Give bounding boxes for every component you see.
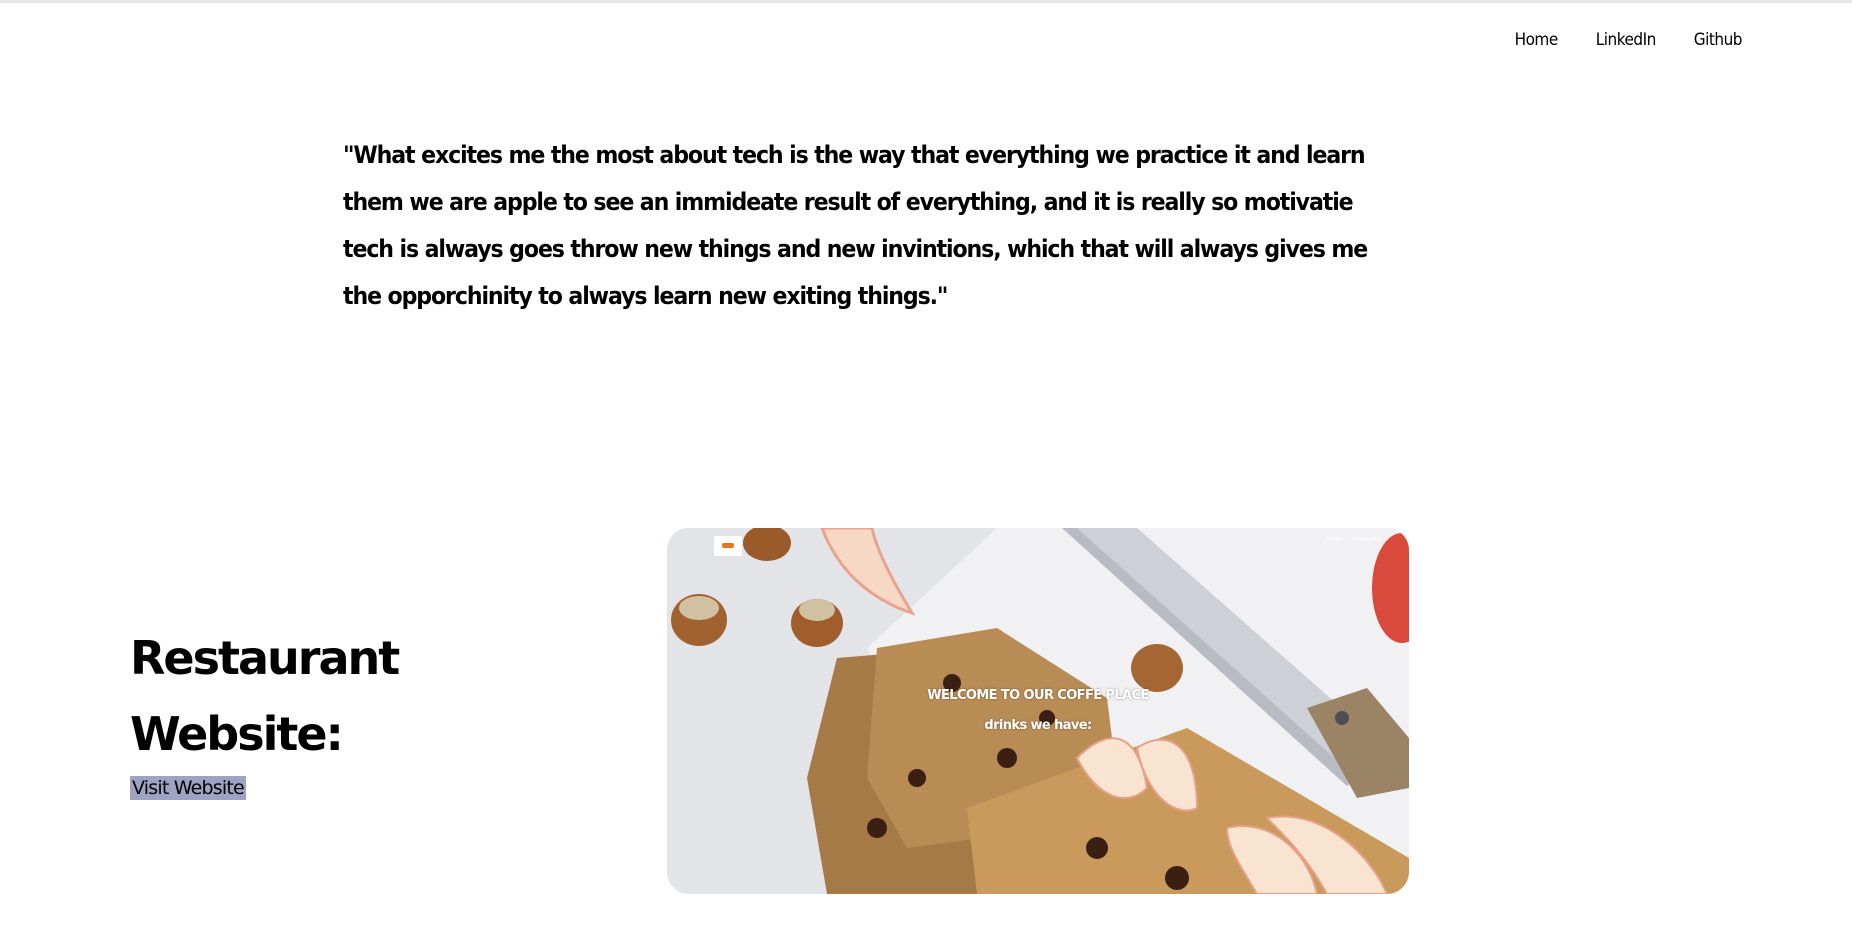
nav-linkedin-link[interactable]: LinkedIn (1596, 30, 1657, 50)
preview-nav: Home Contact Us (1327, 537, 1381, 543)
top-border (0, 0, 1852, 3)
preview-logo (714, 536, 742, 556)
preview-nav-contact: Contact Us (1353, 537, 1381, 543)
nav-home-link[interactable]: Home (1515, 30, 1559, 50)
nav-github-link[interactable]: Github (1694, 30, 1743, 50)
preview-subheading: drinks we have: (984, 718, 1092, 733)
quote-text: "What excites me the most about tech is … (343, 141, 1368, 310)
project-title: Restaurant Website: (130, 631, 400, 761)
preview-heading: WELCOME TO OUR COFFE PLACE (927, 688, 1149, 703)
preview-nav-home: Home (1326, 537, 1342, 543)
top-nav: Home LinkedIn Github (1515, 30, 1743, 50)
food-photo-illustration (667, 528, 1409, 894)
project-preview-image[interactable]: Home Contact Us WELCOME TO OUR COFFE PLA… (667, 528, 1409, 894)
visit-website-link[interactable]: Visit Website (130, 776, 246, 800)
